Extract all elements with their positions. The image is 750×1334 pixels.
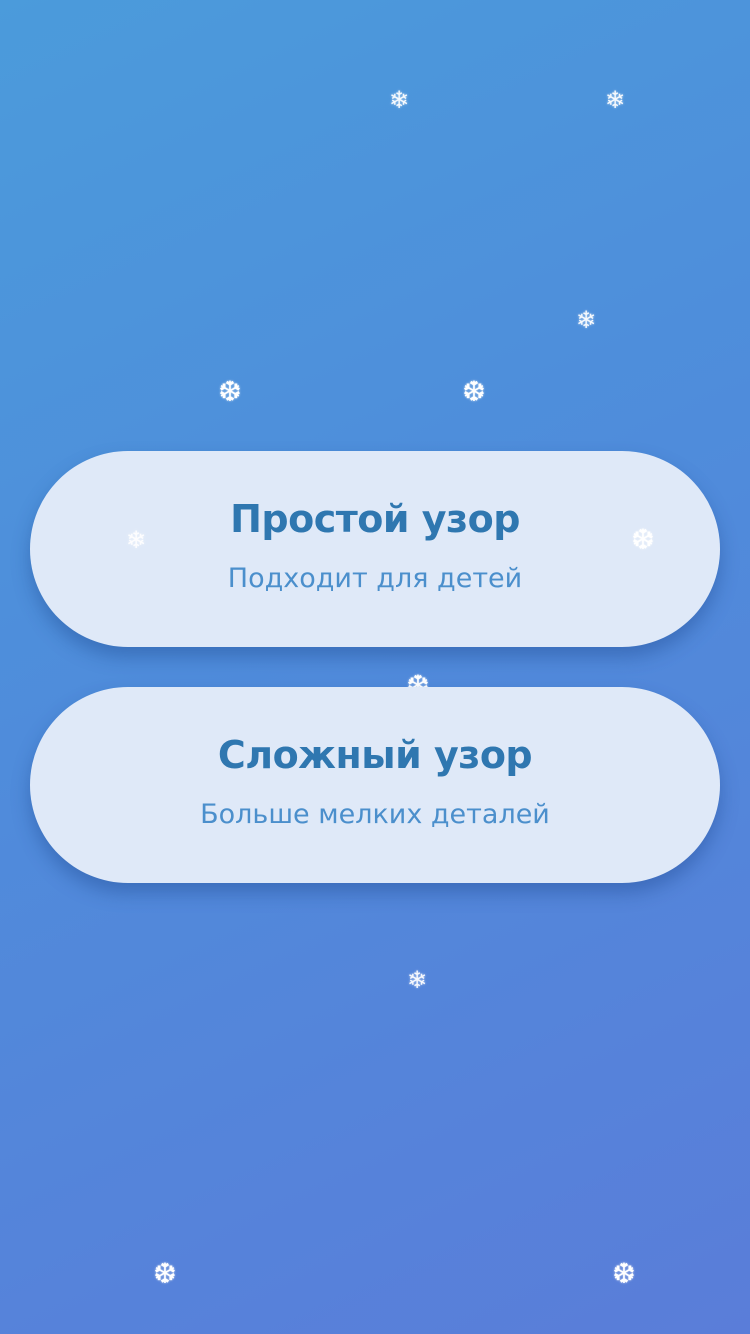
snowflake-icon: ❄ (604, 86, 626, 114)
snowflake-icon: ❆ (612, 1257, 636, 1290)
simple-pattern-button[interactable]: Простой узор Подходит для детей (30, 451, 720, 647)
snowflake-icon: ❄ (388, 86, 410, 114)
snowflake-layer: ❄ ❄ ❄ ❆ ❆ ❆ ❄ ❆ ❆ (0, 0, 750, 1334)
snowflake-icon: ❄ (406, 966, 428, 994)
snowflake-icon: ❆ (153, 1257, 177, 1290)
simple-pattern-title: Простой узор (230, 496, 520, 541)
simple-pattern-subtitle: Подходит для детей (227, 562, 523, 594)
snowflake-icon: ❆ (462, 375, 486, 408)
snowflake-icon: ❆ (218, 375, 242, 408)
complex-pattern-subtitle: Больше мелких деталей (200, 798, 550, 830)
snowflake-icon: ❄ (575, 306, 597, 334)
complex-pattern-button[interactable]: Сложный узор Больше мелких деталей (30, 687, 720, 883)
complex-pattern-title: Сложный узор (217, 732, 533, 777)
snowflake-overlay-layer: ❄ ❆ (0, 0, 750, 1334)
